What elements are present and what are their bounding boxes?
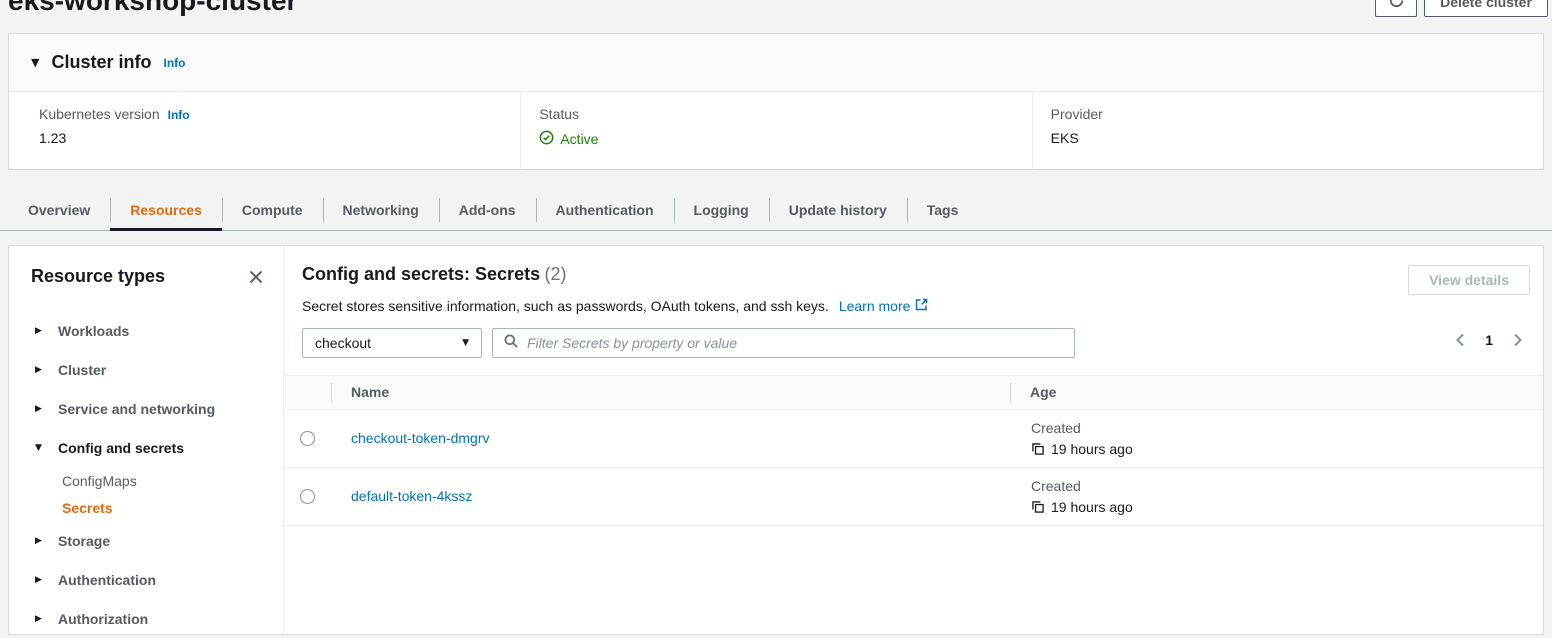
sidebar-item-label: Config and secrets <box>58 440 184 456</box>
search-icon <box>503 333 519 354</box>
delete-cluster-button[interactable]: Delete cluster <box>1424 0 1548 17</box>
kubernetes-version-label: Kubernetes version <box>39 106 160 122</box>
chevron-down-icon: ▼ <box>35 443 45 453</box>
sidebar-item-secrets[interactable]: Secrets <box>62 494 265 521</box>
sidebar-item-cluster[interactable]: ▶ Cluster <box>31 350 265 389</box>
sidebar-item-storage[interactable]: ▶ Storage <box>31 521 265 560</box>
tab-logging[interactable]: Logging <box>674 190 769 230</box>
sidebar-item-label: Authentication <box>58 572 156 588</box>
sidebar-item-authorization[interactable]: ▶ Authorization <box>31 599 265 638</box>
sidebar-item-label: Workloads <box>58 323 129 339</box>
secret-link[interactable]: default-token-4kssz <box>351 488 472 504</box>
age-value: 19 hours ago <box>1051 441 1133 457</box>
secrets-description: Secret stores sensitive information, suc… <box>302 298 829 314</box>
check-circle-icon <box>539 130 554 148</box>
pagination: 1 <box>1453 332 1525 348</box>
chevron-right-icon: ▶ <box>35 536 45 546</box>
tab-add-ons[interactable]: Add-ons <box>439 190 536 230</box>
row-select-radio[interactable] <box>300 431 315 446</box>
kubernetes-version-info-link[interactable]: Info <box>168 108 190 122</box>
chevron-right-icon: ▶ <box>35 326 45 336</box>
age-created-label: Created <box>1031 420 1543 436</box>
secrets-search <box>492 328 1075 358</box>
table-header: Name Age <box>284 375 1543 410</box>
tab-compute[interactable]: Compute <box>222 190 323 230</box>
learn-more-link[interactable]: Learn more <box>839 297 930 315</box>
cluster-tabs: Overview Resources Compute Networking Ad… <box>0 190 1552 231</box>
refresh-icon <box>1388 0 1405 12</box>
close-icon[interactable] <box>247 268 265 286</box>
chevron-right-icon: ▶ <box>35 614 45 624</box>
kubernetes-version-value: 1.23 <box>39 130 520 146</box>
sidebar-item-label: Cluster <box>58 362 106 378</box>
tab-networking[interactable]: Networking <box>323 190 439 230</box>
table-row: default-token-4kssz Created 19 hours ago <box>284 468 1543 526</box>
previous-page-icon[interactable] <box>1453 332 1469 348</box>
cluster-info-info-link[interactable]: Info <box>163 56 185 70</box>
filter-dropdown[interactable]: checkout ▼ <box>302 328 482 358</box>
chevron-right-icon: ▶ <box>35 404 45 414</box>
tab-tags[interactable]: Tags <box>907 190 979 230</box>
sidebar-item-service-and-networking[interactable]: ▶ Service and networking <box>31 389 265 428</box>
resources-panel: Resource types ▶ Workloads ▶ Cluster ▶ S… <box>8 245 1544 635</box>
chevron-right-icon: ▶ <box>35 365 45 375</box>
learn-more-label: Learn more <box>839 298 911 314</box>
chevron-right-icon: ▶ <box>35 575 45 585</box>
sidebar-item-config-and-secrets[interactable]: ▼ Config and secrets <box>31 428 265 467</box>
field-status: Status Active <box>520 92 1031 170</box>
refresh-button[interactable] <box>1375 0 1417 17</box>
table-row: checkout-token-dmgrv Created 19 hours ag… <box>284 410 1543 468</box>
sidebar-title: Resource types <box>31 266 165 287</box>
sidebar-item-configmaps[interactable]: ConfigMaps <box>62 467 265 494</box>
secret-link[interactable]: checkout-token-dmgrv <box>351 430 490 446</box>
provider-value: EKS <box>1051 130 1543 146</box>
field-provider: Provider EKS <box>1032 92 1543 170</box>
field-kubernetes-version: Kubernetes version Info 1.23 <box>9 92 520 170</box>
sidebar-item-label: Storage <box>58 533 110 549</box>
secrets-heading: Config and secrets: Secrets <box>302 264 540 284</box>
tab-authentication[interactable]: Authentication <box>536 190 674 230</box>
name-column-header: Name <box>351 384 389 400</box>
status-value: Active <box>560 131 598 147</box>
sidebar-item-label: Authorization <box>58 611 148 627</box>
cluster-info-header[interactable]: ▼ Cluster info Info <box>9 34 1543 92</box>
sidebar-item-workloads[interactable]: ▶ Workloads <box>31 311 265 350</box>
resource-types-sidebar: Resource types ▶ Workloads ▶ Cluster ▶ S… <box>9 246 284 634</box>
filter-dropdown-value: checkout <box>315 335 371 351</box>
sidebar-item-authentication[interactable]: ▶ Authentication <box>31 560 265 599</box>
sidebar-item-label: Service and networking <box>58 401 215 417</box>
secrets-count: (2) <box>545 264 567 284</box>
next-page-icon[interactable] <box>1509 332 1525 348</box>
row-select-radio[interactable] <box>300 489 315 504</box>
page-title: eks-workshop-cluster <box>8 0 297 17</box>
provider-label: Provider <box>1051 106 1103 122</box>
view-details-button[interactable]: View details <box>1408 265 1530 295</box>
secrets-pane: Config and secrets: Secrets (2) View det… <box>284 246 1543 634</box>
status-badge: Active <box>539 130 1031 148</box>
cluster-info-title: Cluster info <box>51 52 151 73</box>
page-number[interactable]: 1 <box>1485 332 1493 348</box>
status-label: Status <box>539 106 579 122</box>
tab-resources[interactable]: Resources <box>110 190 222 230</box>
collapse-caret-icon: ▼ <box>31 56 39 69</box>
age-created-label: Created <box>1031 478 1543 494</box>
copy-icon[interactable] <box>1031 500 1045 514</box>
age-column-header: Age <box>1030 384 1056 400</box>
search-input[interactable] <box>527 335 1064 351</box>
age-value: 19 hours ago <box>1051 499 1133 515</box>
cluster-info-card: ▼ Cluster info Info Kubernetes version I… <box>8 33 1544 170</box>
dropdown-caret-icon: ▼ <box>462 338 469 348</box>
external-link-icon <box>914 297 929 315</box>
secrets-table: Name Age checkout-token-dmgrv Created <box>284 375 1543 526</box>
copy-icon[interactable] <box>1031 442 1045 456</box>
tab-update-history[interactable]: Update history <box>769 190 907 230</box>
tab-overview[interactable]: Overview <box>8 190 110 230</box>
